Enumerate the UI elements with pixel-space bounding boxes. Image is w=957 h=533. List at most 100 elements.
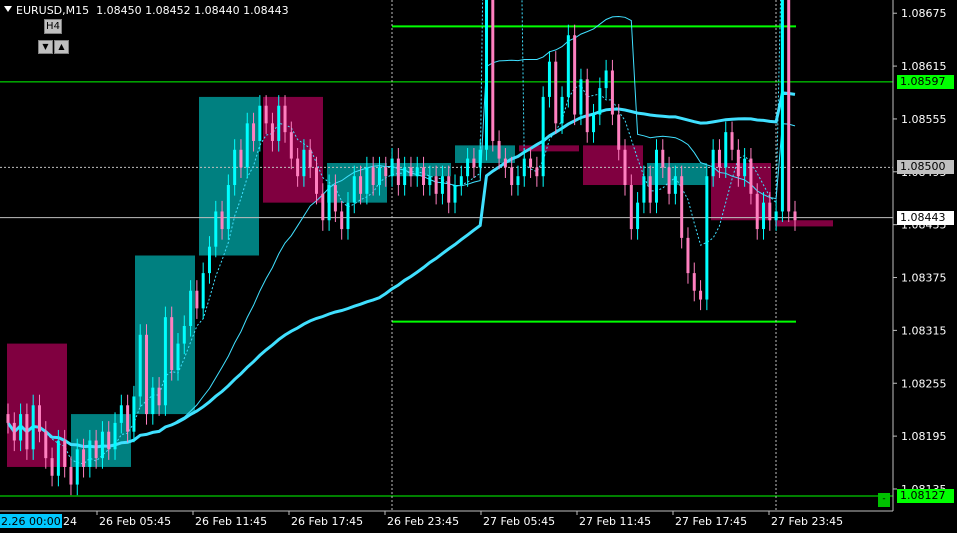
- candle-body: [447, 176, 451, 203]
- h4-candle-boxes: [7, 96, 833, 467]
- candle-body: [396, 158, 400, 186]
- price-badge: 1.08443: [897, 210, 954, 225]
- candle-body: [346, 202, 350, 230]
- price-tick-label: 1.08675: [901, 7, 947, 20]
- candle-body: [793, 211, 797, 221]
- candle-body: [214, 211, 218, 247]
- symbol-name: EURUSD,M15: [16, 4, 90, 17]
- time-tick-label: 27 Feb 23:45: [771, 515, 843, 528]
- candle-body: [189, 290, 193, 326]
- time-tick-label: 27 Feb 05:45: [483, 515, 555, 528]
- candle-body: [554, 61, 558, 124]
- candle-body: [654, 149, 658, 203]
- candle-body: [610, 70, 614, 115]
- candle-body: [730, 132, 734, 150]
- candle-body: [264, 105, 268, 124]
- candle-body: [327, 185, 331, 221]
- candle-body: [201, 273, 205, 309]
- candle-body: [780, 0, 784, 212]
- candle-body: [371, 167, 375, 186]
- candle-body: [636, 202, 640, 230]
- cursor-time-label: 2.26 00:00: [1, 515, 61, 528]
- candle-body: [623, 149, 627, 186]
- candle-body: [692, 273, 696, 291]
- timeframe-h4-button[interactable]: H4: [44, 19, 62, 34]
- price-chart[interactable]: 1.086751.086151.085551.084951.084351.083…: [0, 0, 957, 533]
- h4-box: [199, 96, 259, 256]
- candle-body: [302, 149, 306, 177]
- candle-body: [434, 176, 438, 194]
- corner-minus-button[interactable]: -: [878, 493, 890, 507]
- candle-body: [151, 387, 155, 415]
- candle-body: [466, 158, 470, 177]
- candle-body: [245, 123, 249, 168]
- candle-body: [63, 440, 67, 467]
- candle-body: [321, 193, 325, 221]
- candle-body: [585, 79, 589, 133]
- time-tick-label: 27 Feb 17:45: [675, 515, 747, 528]
- candle-body: [743, 158, 747, 177]
- candle-body: [226, 185, 230, 230]
- candle-body: [207, 246, 211, 274]
- candle-body: [176, 343, 180, 371]
- dropdown-triangle-icon[interactable]: [4, 6, 12, 12]
- symbol-info: EURUSD,M15 1.08450 1.08452 1.08440 1.084…: [4, 4, 289, 17]
- time-tick-label: 26 Feb 23:45: [387, 515, 459, 528]
- candle-body: [107, 431, 111, 450]
- arrow-up-icon[interactable]: ▲: [54, 40, 69, 54]
- candle-body: [686, 237, 690, 274]
- candle-body: [403, 167, 407, 186]
- candle-body: [774, 211, 778, 221]
- price-badge: 1.08127: [897, 489, 954, 504]
- candle-body: [491, 0, 495, 141]
- candle-body: [233, 149, 237, 186]
- candle-body: [724, 132, 728, 168]
- candle-body: [182, 325, 186, 344]
- candle-body: [535, 167, 539, 177]
- candle-body: [516, 176, 520, 186]
- candle-body: [19, 414, 23, 441]
- candle-body: [220, 211, 224, 230]
- ma-slow-line: [6, 91, 796, 449]
- price-tick-label: 1.08375: [901, 272, 947, 285]
- ma-mid-line: [7, 15, 796, 448]
- candle-body: [711, 149, 715, 177]
- candle-body: [289, 132, 293, 159]
- candle-body: [497, 140, 501, 159]
- candle-body: [673, 176, 677, 194]
- candle-body: [604, 70, 608, 89]
- candle-body: [44, 431, 48, 459]
- time-tick-label: 26 Feb 11:45: [195, 515, 267, 528]
- candle-body: [642, 176, 646, 203]
- price-badge: 1.08597: [897, 74, 954, 89]
- time-axis-ticks: 26 Feb 05:45 26 Feb 11:45 26 Feb 17:45 26 F…: [0, 511, 843, 528]
- price-tick-label: 1.08555: [901, 113, 947, 126]
- candle-body: [453, 185, 457, 203]
- candle-body: [25, 414, 29, 450]
- price-tick-label: 1.08315: [901, 324, 947, 337]
- candle-body: [384, 167, 388, 177]
- candle-body: [787, 0, 791, 212]
- candle-body: [762, 202, 766, 230]
- candle-body: [170, 317, 174, 371]
- candle-body: [12, 422, 16, 441]
- candle-body: [119, 405, 123, 423]
- candle-body: [699, 290, 703, 300]
- candle-body: [541, 96, 545, 177]
- candle-body: [6, 414, 10, 423]
- candle-body: [592, 114, 596, 133]
- candle-body: [56, 440, 60, 476]
- candle-body: [573, 35, 577, 115]
- candle-body: [359, 176, 363, 194]
- time-tick-label: 27 Feb 11:45: [579, 515, 651, 528]
- arrow-down-icon[interactable]: ▼: [38, 40, 53, 54]
- h4-box: [711, 162, 771, 221]
- candle-body: [598, 88, 602, 115]
- candle-body: [340, 211, 344, 230]
- candle-body: [629, 185, 633, 230]
- candle-body: [503, 158, 507, 168]
- candle-body: [478, 149, 482, 168]
- candle-body: [252, 123, 256, 141]
- candle-body: [422, 167, 426, 186]
- candle-body: [390, 158, 394, 177]
